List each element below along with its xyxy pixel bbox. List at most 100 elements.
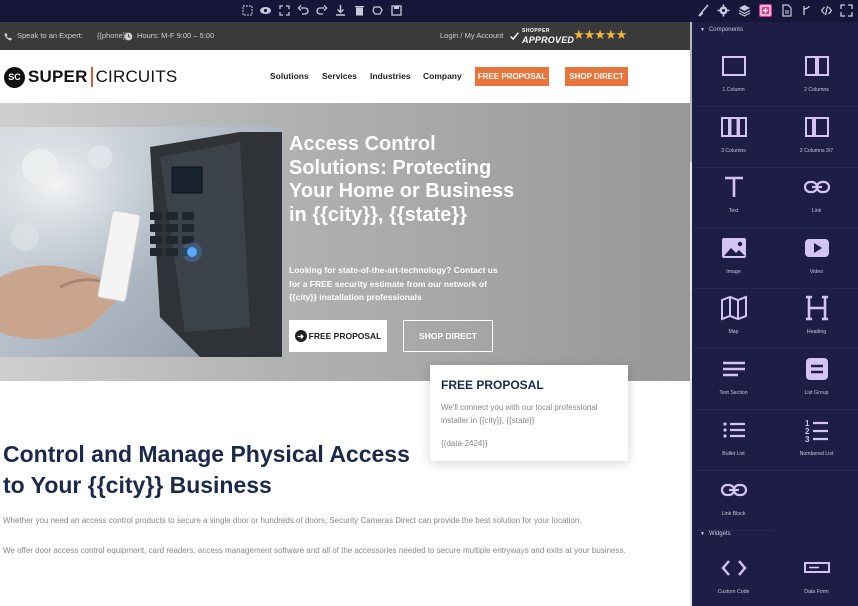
card-heading: FREE PROPOSAL — [441, 378, 544, 392]
block-heading[interactable]: Heading — [775, 287, 858, 350]
file-icon[interactable] — [780, 4, 793, 17]
block-text[interactable]: Text — [692, 166, 775, 229]
login-link[interactable]: Login / My Account — [440, 22, 503, 50]
nav-free-proposal-button[interactable]: FREE PROPOSAL — [475, 67, 549, 86]
block-two-columns[interactable]: 2 Columns — [775, 45, 858, 107]
expert-contact: Speak to an Expert: {{phone}} — [4, 22, 128, 50]
eye-icon[interactable] — [259, 4, 272, 17]
nav-company[interactable]: Company — [423, 71, 462, 81]
clock-icon — [124, 32, 133, 40]
approved-main-text: APPROVED — [522, 35, 575, 45]
list-group-icon — [803, 356, 831, 382]
svg-text:3: 3 — [805, 435, 810, 443]
brand-word-circuits: CIRCUITS — [90, 67, 178, 87]
plus-square-icon[interactable] — [759, 4, 772, 17]
components-section-header[interactable]: ▼ Components — [700, 27, 743, 33]
editor-toolbar — [0, 0, 858, 22]
brand-word-super: SUPER — [28, 67, 88, 86]
blocks-panel: ▼ Components 1 Column 2 Columns 3 Columns 2… — [692, 22, 858, 606]
two-columns-37-icon — [803, 114, 831, 140]
nav-shop-direct-button[interactable]: SHOP DIRECT — [565, 67, 628, 86]
block-video[interactable]: Video — [775, 227, 858, 289]
image-icon — [720, 235, 748, 261]
block-two-columns-37[interactable]: 2 Columns 3/7 — [775, 106, 858, 168]
block-label: 3 Columns — [721, 147, 746, 154]
caret-down-icon: ▼ — [700, 27, 705, 33]
block-label: Numbered List — [799, 450, 834, 457]
site-topbar: Speak to an Expert: {{phone}} Hours: M-F… — [0, 22, 692, 50]
gear-icon[interactable] — [717, 4, 730, 17]
section-paragraph-2: We offer door access control equipment, … — [3, 546, 626, 555]
numbered-list-icon: 123 — [803, 417, 831, 443]
expert-label: Speak to an Expert: — [17, 31, 83, 40]
editor-canvas[interactable]: Speak to an Expert: {{phone}} Hours: M-F… — [0, 22, 692, 606]
brush-icon[interactable] — [697, 4, 710, 17]
video-icon — [803, 235, 831, 261]
block-label: Video — [809, 268, 824, 275]
nav-solutions[interactable]: Solutions — [270, 71, 309, 81]
block-label: Heading — [806, 329, 827, 336]
block-label: List Group — [804, 390, 829, 396]
download-icon[interactable] — [334, 4, 347, 17]
block-text-section[interactable]: Text Section — [692, 348, 775, 410]
block-label: Map — [728, 329, 739, 336]
hero-title: Access Control Solutions: Protecting You… — [289, 133, 515, 226]
block-map[interactable]: Map — [692, 287, 775, 350]
custom-code-icon — [720, 555, 748, 581]
nav-services[interactable]: Services — [322, 71, 357, 81]
block-bullet-list[interactable]: Bullet List — [692, 409, 775, 471]
map-icon — [720, 295, 748, 321]
trash-icon[interactable] — [353, 4, 366, 17]
widget-data-form[interactable]: Data Form — [775, 547, 858, 606]
business-hours: Hours: M-F 9:00 – 5:00 — [124, 22, 214, 50]
checkmark-icon — [510, 31, 519, 40]
two-columns-icon — [803, 53, 831, 79]
layers-icon[interactable] — [738, 4, 751, 17]
rating-stars: ★★★★★ — [573, 27, 627, 42]
block-numbered-list[interactable]: 1 2 3 Numbered List — [775, 409, 858, 471]
block-label: Link Block — [721, 511, 746, 518]
block-label: Data Form — [804, 589, 829, 595]
card-data-placeholder: {{data-2424}} — [441, 439, 488, 448]
block-image[interactable]: Image — [692, 227, 775, 289]
block-link[interactable]: Link — [775, 166, 858, 229]
widgets-section-header[interactable]: ▼ Widgets — [700, 531, 731, 537]
brand-logo[interactable]: SC SUPER CIRCUITS — [4, 65, 177, 89]
block-label: Link — [811, 208, 822, 215]
data-form-icon — [803, 555, 831, 581]
fullscreen-icon[interactable] — [278, 4, 291, 17]
blob-icon[interactable] — [371, 4, 384, 17]
expand-icon[interactable] — [840, 4, 853, 17]
site-navbar: SC SUPER CIRCUITS Solutions Services Ind… — [0, 50, 692, 103]
hero-free-proposal-button[interactable]: ➜ FREE PROPOSAL — [289, 320, 387, 352]
section-heading: Control and Manage Physical Access to Yo… — [3, 441, 410, 498]
block-three-columns[interactable]: 3 Columns — [692, 106, 775, 168]
widget-custom-code[interactable]: Custom Code — [692, 547, 775, 606]
redo-icon[interactable] — [315, 4, 328, 17]
save-icon[interactable] — [390, 4, 403, 17]
block-one-column[interactable]: 1 Column — [692, 45, 775, 107]
block-label: Image — [726, 268, 741, 275]
arrow-right-icon: ➜ — [294, 330, 307, 342]
code-icon[interactable] — [820, 4, 833, 17]
card-text: We'll connect you with our local profess… — [441, 403, 598, 425]
block-list-group[interactable]: List Group — [775, 348, 858, 410]
text-section-icon — [720, 356, 748, 382]
square-select-icon[interactable] — [241, 4, 254, 17]
block-label: Bullet List — [722, 450, 745, 457]
block-link-block[interactable]: Link Block — [692, 469, 775, 532]
link-icon — [803, 174, 831, 200]
branch-icon[interactable] — [800, 4, 813, 17]
shopper-approved-badge[interactable]: SHOPPER APPROVED — [510, 26, 574, 46]
block-label: 1 Column — [722, 87, 745, 93]
hero-shop-direct-button[interactable]: SHOP DIRECT — [403, 320, 493, 352]
heading-icon — [803, 295, 831, 321]
nav-industries[interactable]: Industries — [370, 71, 411, 81]
components-title: Components — [708, 27, 743, 33]
hero-section: Access Control Solutions: Protecting You… — [0, 103, 692, 381]
widgets-title: Widgets — [708, 531, 731, 537]
phone-icon — [4, 32, 13, 41]
block-label: 2 Columns — [804, 87, 829, 93]
text-icon — [720, 174, 748, 200]
undo-icon[interactable] — [297, 4, 310, 17]
